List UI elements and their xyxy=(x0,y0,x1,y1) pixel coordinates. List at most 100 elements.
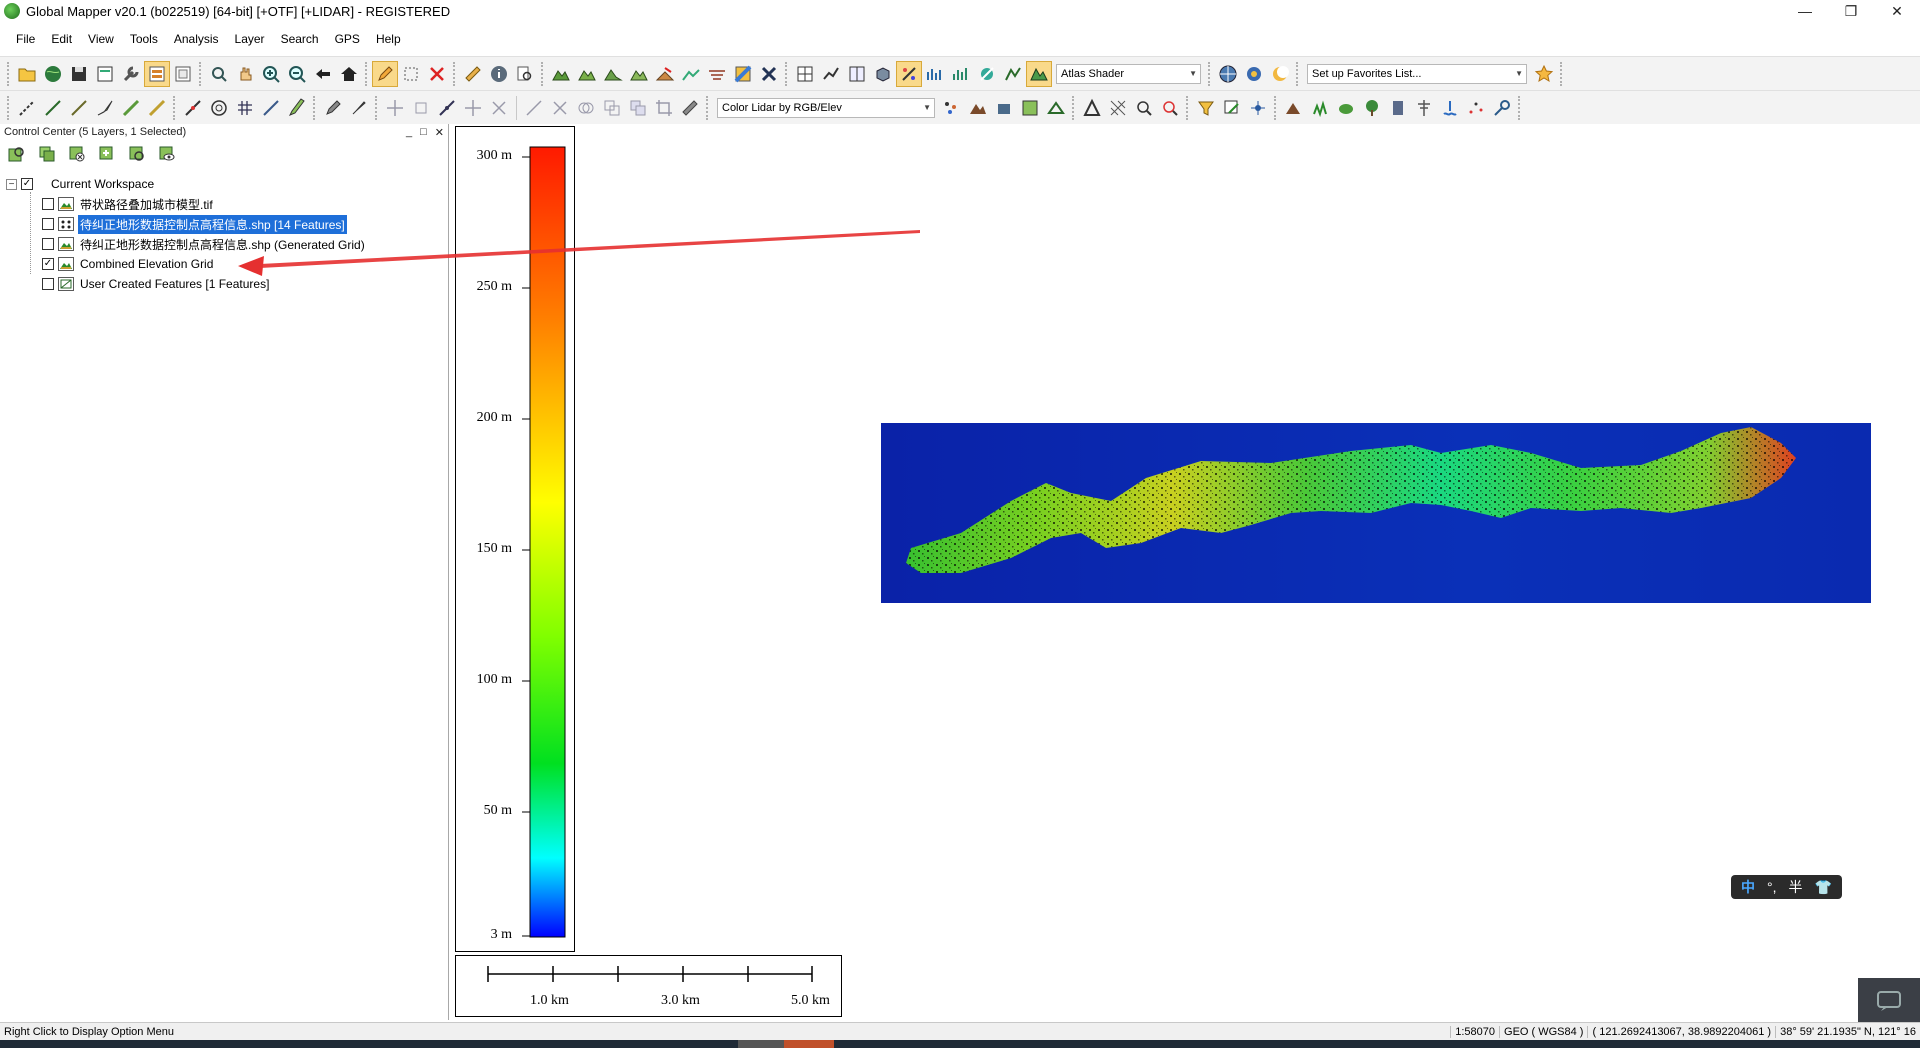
menu-help[interactable]: Help xyxy=(368,32,409,46)
combine-icon[interactable] xyxy=(573,95,599,121)
layer-visibility-icon[interactable] xyxy=(154,142,180,166)
create-area-3-icon[interactable] xyxy=(144,95,170,121)
ime-punctuation[interactable]: °, xyxy=(1767,879,1777,895)
lidar-grid-icon[interactable] xyxy=(1017,95,1043,121)
pan-hand-icon[interactable] xyxy=(232,61,258,87)
minimize-button[interactable]: — xyxy=(1782,0,1828,22)
toolbar-grip[interactable] xyxy=(7,61,11,86)
zoom-in-icon[interactable] xyxy=(258,61,284,87)
contour-icon[interactable] xyxy=(704,61,730,87)
panel-minimize-button[interactable]: _ xyxy=(406,126,412,139)
online-data-globe-icon[interactable] xyxy=(1215,61,1241,87)
layer-row-0[interactable]: 带状路径叠加城市模型.tif xyxy=(0,194,448,214)
menu-edit[interactable]: Edit xyxy=(43,32,80,46)
tree-icon[interactable] xyxy=(1359,95,1385,121)
grid-create-icon[interactable] xyxy=(232,95,258,121)
view-shed-icon[interactable] xyxy=(652,61,678,87)
pan-move-icon[interactable] xyxy=(460,95,486,121)
water-class-icon[interactable] xyxy=(1437,95,1463,121)
toolbar-grip[interactable] xyxy=(375,95,379,120)
filter-icon[interactable] xyxy=(1193,95,1219,121)
menu-gps[interactable]: GPS xyxy=(327,32,368,46)
pencil-edit-icon[interactable] xyxy=(320,95,346,121)
settings-gear-icon[interactable] xyxy=(1241,61,1267,87)
home-icon[interactable] xyxy=(336,61,362,87)
terrain-1-icon[interactable] xyxy=(548,61,574,87)
lidar-mountain-icon[interactable] xyxy=(965,95,991,121)
measure-ruler-icon[interactable] xyxy=(460,61,486,87)
terrain-4-icon[interactable] xyxy=(626,61,652,87)
ground-class-icon[interactable] xyxy=(1281,95,1307,121)
panel-maximize-button[interactable]: □ xyxy=(420,126,427,139)
crop-icon[interactable] xyxy=(651,95,677,121)
line-vertex-icon[interactable] xyxy=(521,95,547,121)
point-search-icon[interactable] xyxy=(1131,95,1157,121)
3d-view-icon[interactable] xyxy=(870,61,896,87)
feature-style-icon[interactable] xyxy=(284,95,310,121)
lidar-toggle-icon[interactable] xyxy=(896,60,922,87)
toolbar-grip[interactable] xyxy=(453,61,457,86)
export-icon[interactable] xyxy=(92,61,118,87)
layer-zoom-icon[interactable] xyxy=(124,142,150,166)
layer-remove-icon[interactable] xyxy=(64,142,90,166)
menu-tools[interactable]: Tools xyxy=(122,32,166,46)
config-wrench-icon[interactable] xyxy=(118,61,144,87)
taskbar-app-button[interactable] xyxy=(738,1040,784,1048)
move-feature-icon[interactable] xyxy=(258,95,284,121)
classify-points-icon[interactable] xyxy=(1245,95,1271,121)
split-icon[interactable] xyxy=(486,95,512,121)
noise-class-icon[interactable] xyxy=(1463,95,1489,121)
feature-search-icon[interactable] xyxy=(1157,95,1183,121)
favorites-dropdown[interactable]: Set up Favorites List... ▼ xyxy=(1307,63,1527,84)
layer-checkbox[interactable]: ✓ xyxy=(42,258,54,270)
vegetation-low-icon[interactable] xyxy=(1307,95,1333,121)
scale-feature-icon[interactable] xyxy=(408,95,434,121)
toolbar-grip[interactable] xyxy=(706,95,710,120)
triangle-icon[interactable] xyxy=(1079,95,1105,121)
create-area-icon[interactable] xyxy=(92,95,118,121)
lidar-contour-icon[interactable] xyxy=(1043,95,1069,121)
overview-map-icon[interactable] xyxy=(170,61,196,87)
lidar-extract-icon[interactable] xyxy=(1000,61,1026,87)
toolbar-grip[interactable] xyxy=(1274,95,1278,120)
menu-layer[interactable]: Layer xyxy=(227,32,273,46)
toolbar-grip[interactable] xyxy=(1186,95,1190,120)
satellite-icon[interactable] xyxy=(756,61,782,87)
zoom-out-icon[interactable] xyxy=(284,61,310,87)
edit-vertex-icon[interactable] xyxy=(180,95,206,121)
layer-search-icon[interactable] xyxy=(4,142,30,166)
open-folder-icon[interactable] xyxy=(14,61,40,87)
save-icon[interactable] xyxy=(66,61,92,87)
node-edit-icon[interactable] xyxy=(434,95,460,121)
mesh-icon[interactable] xyxy=(1105,95,1131,121)
toolbar-grip[interactable] xyxy=(199,61,203,86)
daylight-shader-icon[interactable] xyxy=(1267,61,1293,87)
layer-add-icon[interactable] xyxy=(34,142,60,166)
workspace-root[interactable]: − ✓ Current Workspace xyxy=(0,174,448,194)
layer-checkbox[interactable] xyxy=(42,198,54,210)
ime-width[interactable]: 半 xyxy=(1789,877,1803,897)
toolbar-grip[interactable] xyxy=(1072,95,1076,120)
edit-lidar-icon[interactable] xyxy=(1219,95,1245,121)
tree-collapse-icon[interactable]: − xyxy=(6,178,17,190)
ruler-tool-icon[interactable] xyxy=(677,95,703,121)
toolbar-grip[interactable] xyxy=(1560,61,1564,86)
taskbar-app-button-active[interactable] xyxy=(784,1040,834,1048)
digitizer-pencil-icon[interactable] xyxy=(372,60,398,87)
lidar-color-dropdown[interactable]: Color Lidar by RGB/Elev ▼ xyxy=(717,97,935,118)
intersect-icon[interactable] xyxy=(599,95,625,121)
ime-indicator[interactable]: 中 °, 半 👕 xyxy=(1731,875,1842,899)
control-center-icon[interactable] xyxy=(144,60,170,87)
layer-checkbox[interactable] xyxy=(42,278,54,290)
lidar-profile-icon[interactable] xyxy=(922,61,948,87)
lidar-building-icon[interactable] xyxy=(991,95,1017,121)
building-class-icon[interactable] xyxy=(1385,95,1411,121)
create-line-3-icon[interactable] xyxy=(66,95,92,121)
ime-skin-icon[interactable]: 👕 xyxy=(1815,879,1832,896)
vegetation-medium-icon[interactable] xyxy=(1333,95,1359,121)
key-points-icon[interactable] xyxy=(1489,95,1515,121)
menu-view[interactable]: View xyxy=(80,32,122,46)
search-attributes-icon[interactable] xyxy=(512,61,538,87)
globe-data-icon[interactable] xyxy=(40,61,66,87)
restore-button[interactable]: ❐ xyxy=(1828,0,1874,22)
